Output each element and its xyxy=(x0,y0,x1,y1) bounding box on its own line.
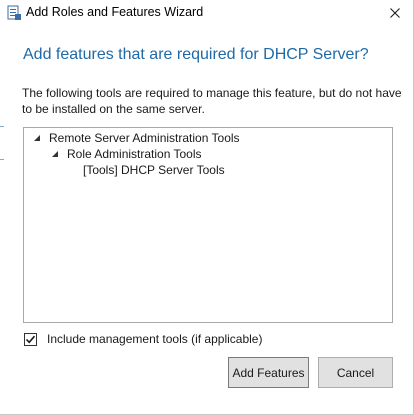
feature-tree[interactable]: Remote Server Administration Tools Role … xyxy=(23,127,393,323)
cancel-button[interactable]: Cancel xyxy=(318,357,393,388)
window-title: Add Roles and Features Wizard xyxy=(26,5,204,19)
dialog-description: The following tools are required to mana… xyxy=(22,86,402,116)
tree-item-role-administration-tools[interactable]: Role Administration Tools xyxy=(50,146,202,162)
wizard-dialog: Add Roles and Features Wizard Add featur… xyxy=(0,0,414,415)
tree-item-label: Remote Server Administration Tools xyxy=(49,131,240,145)
checkmark-icon xyxy=(25,334,36,345)
server-manager-icon xyxy=(6,5,22,21)
tree-item-dhcp-server-tools[interactable]: [Tools] DHCP Server Tools xyxy=(83,162,225,178)
include-management-tools-option[interactable]: Include management tools (if applicable) xyxy=(24,331,262,347)
triangle-expanded-icon[interactable] xyxy=(32,133,42,143)
left-edge-accent xyxy=(0,126,4,160)
include-management-tools-label[interactable]: Include management tools (if applicable) xyxy=(47,332,262,346)
tree-item-label: [Tools] DHCP Server Tools xyxy=(83,163,225,177)
close-icon xyxy=(389,7,401,19)
tree-item-remote-server-administration-tools[interactable]: Remote Server Administration Tools xyxy=(32,130,240,146)
dialog-heading: Add features that are required for DHCP … xyxy=(23,46,369,63)
include-management-tools-checkbox[interactable] xyxy=(24,332,37,346)
close-button[interactable] xyxy=(383,2,407,24)
add-features-button[interactable]: Add Features xyxy=(228,357,309,388)
triangle-expanded-icon[interactable] xyxy=(50,149,60,159)
tree-item-label: Role Administration Tools xyxy=(67,147,202,161)
title-bar: Add Roles and Features Wizard xyxy=(0,0,413,28)
